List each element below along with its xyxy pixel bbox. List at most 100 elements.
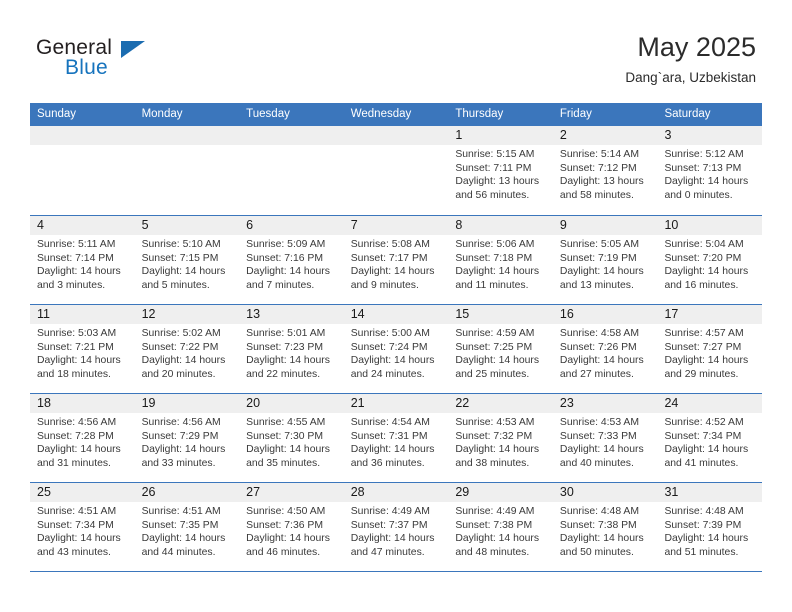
calendar-day-cell[interactable]: 1 Sunrise: 5:15 AM Sunset: 7:11 PM Daylight… bbox=[448, 126, 553, 215]
daylight-text: Daylight: 14 hours and 36 minutes. bbox=[350, 444, 435, 469]
calendar-day-cell[interactable]: 3 Sunrise: 5:12 AM Sunset: 7:13 PM Daylight… bbox=[657, 126, 763, 215]
calendar-day-cell[interactable]: 5 Sunrise: 5:10 AM Sunset: 7:15 PM Daylight… bbox=[134, 216, 240, 304]
sunrise-text: Sunrise: 4:53 AM bbox=[559, 417, 640, 428]
day-number-band: 5 bbox=[134, 216, 240, 235]
sunrise-text: Sunrise: 5:14 AM bbox=[559, 149, 640, 160]
calendar-day-cell[interactable]: 16 Sunrise: 4:58 AM Sunset: 7:26 PM Dayligh… bbox=[552, 305, 658, 393]
calendar-day-cell[interactable]: 18 Sunrise: 4:56 AM Sunset: 7:28 PM Dayligh… bbox=[30, 394, 135, 482]
day-details: Sunrise: 4:59 AM Sunset: 7:25 PM Daylight:… bbox=[448, 324, 553, 381]
calendar-day-cell[interactable]: 10 Sunrise: 5:04 AM Sunset: 7:20 PM Dayligh… bbox=[657, 216, 763, 304]
calendar-day-cell[interactable]: 8 Sunrise: 5:06 AM Sunset: 7:18 PM Daylight… bbox=[448, 216, 553, 304]
daylight-text: Daylight: 14 hours and 48 minutes. bbox=[455, 533, 540, 558]
calendar-day-cell[interactable]: 21 Sunrise: 4:54 AM Sunset: 7:31 PM Dayligh… bbox=[343, 394, 449, 482]
calendar-day-cell[interactable]: 2 Sunrise: 5:14 AM Sunset: 7:12 PM Daylight… bbox=[552, 126, 658, 215]
day-details: Sunrise: 5:12 AM Sunset: 7:13 PM Daylight:… bbox=[657, 145, 762, 202]
day-number: 10 bbox=[664, 218, 679, 232]
day-number: 20 bbox=[246, 396, 261, 410]
daylight-text: Daylight: 14 hours and 18 minutes. bbox=[37, 355, 121, 380]
sunset-text: Sunset: 7:17 PM bbox=[350, 252, 428, 264]
day-details: Sunrise: 4:49 AM Sunset: 7:38 PM Daylight:… bbox=[448, 502, 553, 559]
day-details: Sunrise: 4:52 AM Sunset: 7:34 PM Daylight:… bbox=[657, 413, 762, 470]
day-number: 5 bbox=[141, 218, 149, 232]
calendar-day-cell[interactable]: 29 Sunrise: 4:49 AM Sunset: 7:38 PM Dayligh… bbox=[448, 483, 553, 571]
day-number-band: 7 bbox=[343, 216, 449, 235]
sunset-text: Sunset: 7:21 PM bbox=[37, 341, 114, 353]
day-number-band bbox=[134, 126, 240, 145]
daylight-text: Daylight: 14 hours and 16 minutes. bbox=[664, 266, 749, 291]
calendar-day-cell[interactable]: 22 Sunrise: 4:53 AM Sunset: 7:32 PM Dayligh… bbox=[448, 394, 553, 482]
sunset-text: Sunset: 7:22 PM bbox=[141, 341, 219, 353]
sunset-text: Sunset: 7:30 PM bbox=[246, 430, 323, 442]
daylight-text: Daylight: 14 hours and 0 minutes. bbox=[664, 176, 749, 201]
day-number-band: 12 bbox=[134, 305, 240, 324]
day-details: Sunrise: 5:14 AM Sunset: 7:12 PM Daylight:… bbox=[553, 145, 658, 202]
day-details: Sunrise: 4:53 AM Sunset: 7:32 PM Daylight:… bbox=[448, 413, 553, 470]
sunrise-text: Sunrise: 5:09 AM bbox=[246, 239, 326, 250]
calendar-day-cell[interactable]: 7 Sunrise: 5:08 AM Sunset: 7:17 PM Daylight… bbox=[343, 216, 449, 304]
day-details: Sunrise: 5:01 AM Sunset: 7:23 PM Daylight:… bbox=[239, 324, 344, 381]
calendar-day-cell[interactable]: 30 Sunrise: 4:48 AM Sunset: 7:38 PM Dayligh… bbox=[552, 483, 658, 571]
daylight-text: Daylight: 14 hours and 50 minutes. bbox=[559, 533, 644, 558]
sunrise-text: Sunrise: 4:51 AM bbox=[141, 506, 221, 517]
calendar-day-cell[interactable]: 14 Sunrise: 5:00 AM Sunset: 7:24 PM Dayligh… bbox=[343, 305, 449, 393]
calendar-day-cell-empty bbox=[30, 126, 135, 215]
day-number-band: 25 bbox=[30, 483, 135, 502]
day-number-band: 19 bbox=[134, 394, 240, 413]
daylight-text: Daylight: 13 hours and 58 minutes. bbox=[559, 176, 644, 201]
calendar-day-cell[interactable]: 31 Sunrise: 4:48 AM Sunset: 7:39 PM Dayligh… bbox=[657, 483, 763, 571]
calendar-day-cell[interactable]: 25 Sunrise: 4:51 AM Sunset: 7:34 PM Dayligh… bbox=[30, 483, 135, 571]
day-number-band: 11 bbox=[30, 305, 135, 324]
day-number-band: 14 bbox=[343, 305, 449, 324]
daylight-text: Daylight: 14 hours and 25 minutes. bbox=[455, 355, 540, 380]
daylight-text: Daylight: 14 hours and 31 minutes. bbox=[37, 444, 121, 469]
calendar-day-cell[interactable]: 28 Sunrise: 4:49 AM Sunset: 7:37 PM Dayligh… bbox=[343, 483, 449, 571]
day-number: 17 bbox=[664, 307, 679, 321]
sunset-text: Sunset: 7:34 PM bbox=[37, 519, 114, 531]
sunset-text: Sunset: 7:36 PM bbox=[246, 519, 323, 531]
day-number: 1 bbox=[455, 128, 463, 142]
calendar-day-cell[interactable]: 11 Sunrise: 5:03 AM Sunset: 7:21 PM Dayligh… bbox=[30, 305, 135, 393]
calendar-day-cell[interactable]: 27 Sunrise: 4:50 AM Sunset: 7:36 PM Dayligh… bbox=[239, 483, 344, 571]
day-number: 2 bbox=[559, 128, 567, 142]
day-details: Sunrise: 5:11 AM Sunset: 7:14 PM Daylight:… bbox=[30, 235, 135, 292]
day-number-band: 31 bbox=[657, 483, 763, 502]
calendar-day-cell[interactable]: 17 Sunrise: 4:57 AM Sunset: 7:27 PM Dayligh… bbox=[657, 305, 763, 393]
calendar-week-row: 1 Sunrise: 5:15 AM Sunset: 7:11 PM Daylight… bbox=[30, 126, 763, 215]
calendar-day-cell[interactable]: 23 Sunrise: 4:53 AM Sunset: 7:33 PM Dayligh… bbox=[552, 394, 658, 482]
daylight-text: Daylight: 14 hours and 29 minutes. bbox=[664, 355, 749, 380]
sunrise-text: Sunrise: 5:00 AM bbox=[350, 328, 430, 339]
sunset-text: Sunset: 7:38 PM bbox=[559, 519, 637, 531]
calendar-day-cell[interactable]: 15 Sunrise: 4:59 AM Sunset: 7:25 PM Dayligh… bbox=[448, 305, 553, 393]
calendar-day-cell[interactable]: 26 Sunrise: 4:51 AM Sunset: 7:35 PM Dayligh… bbox=[134, 483, 240, 571]
sunset-text: Sunset: 7:28 PM bbox=[37, 430, 114, 442]
day-number-band: 21 bbox=[343, 394, 449, 413]
day-details: Sunrise: 4:55 AM Sunset: 7:30 PM Daylight:… bbox=[239, 413, 344, 470]
sunset-text: Sunset: 7:15 PM bbox=[141, 252, 219, 264]
sunset-text: Sunset: 7:20 PM bbox=[664, 252, 742, 264]
weekday-header-tuesday: Tuesday bbox=[246, 108, 290, 120]
calendar-day-cell[interactable]: 20 Sunrise: 4:55 AM Sunset: 7:30 PM Dayligh… bbox=[239, 394, 344, 482]
calendar-day-cell-empty bbox=[134, 126, 240, 215]
calendar-day-cell[interactable]: 6 Sunrise: 5:09 AM Sunset: 7:16 PM Daylight… bbox=[239, 216, 344, 304]
day-number-band: 28 bbox=[343, 483, 449, 502]
day-details: Sunrise: 4:56 AM Sunset: 7:28 PM Daylight:… bbox=[30, 413, 135, 470]
general-blue-logo[interactable]: General Blue bbox=[36, 36, 216, 84]
calendar-day-cell[interactable]: 4 Sunrise: 5:11 AM Sunset: 7:14 PM Daylight… bbox=[30, 216, 135, 304]
day-number: 26 bbox=[141, 485, 156, 499]
daylight-text: Daylight: 14 hours and 46 minutes. bbox=[246, 533, 330, 558]
calendar-day-cell[interactable]: 19 Sunrise: 4:56 AM Sunset: 7:29 PM Dayligh… bbox=[134, 394, 240, 482]
calendar-day-cell[interactable]: 13 Sunrise: 5:01 AM Sunset: 7:23 PM Dayligh… bbox=[239, 305, 344, 393]
sunrise-text: Sunrise: 4:52 AM bbox=[664, 417, 744, 428]
sunrise-text: Sunrise: 4:56 AM bbox=[141, 417, 221, 428]
weekday-header-friday: Friday bbox=[559, 108, 592, 120]
calendar-page: General Blue May 2025 Dang`ara, Uzbekist… bbox=[0, 0, 792, 612]
day-number: 29 bbox=[455, 485, 470, 499]
calendar-day-cell[interactable]: 12 Sunrise: 5:02 AM Sunset: 7:22 PM Dayligh… bbox=[134, 305, 240, 393]
sunrise-text: Sunrise: 5:01 AM bbox=[246, 328, 326, 339]
sunrise-text: Sunrise: 5:02 AM bbox=[141, 328, 221, 339]
calendar-day-cell[interactable]: 24 Sunrise: 4:52 AM Sunset: 7:34 PM Dayligh… bbox=[657, 394, 763, 482]
weekday-header-sunday: Sunday bbox=[37, 108, 77, 120]
sunrise-text: Sunrise: 4:53 AM bbox=[455, 417, 535, 428]
sunrise-text: Sunrise: 4:48 AM bbox=[559, 506, 640, 517]
calendar-day-cell[interactable]: 9 Sunrise: 5:05 AM Sunset: 7:19 PM Daylight… bbox=[552, 216, 658, 304]
